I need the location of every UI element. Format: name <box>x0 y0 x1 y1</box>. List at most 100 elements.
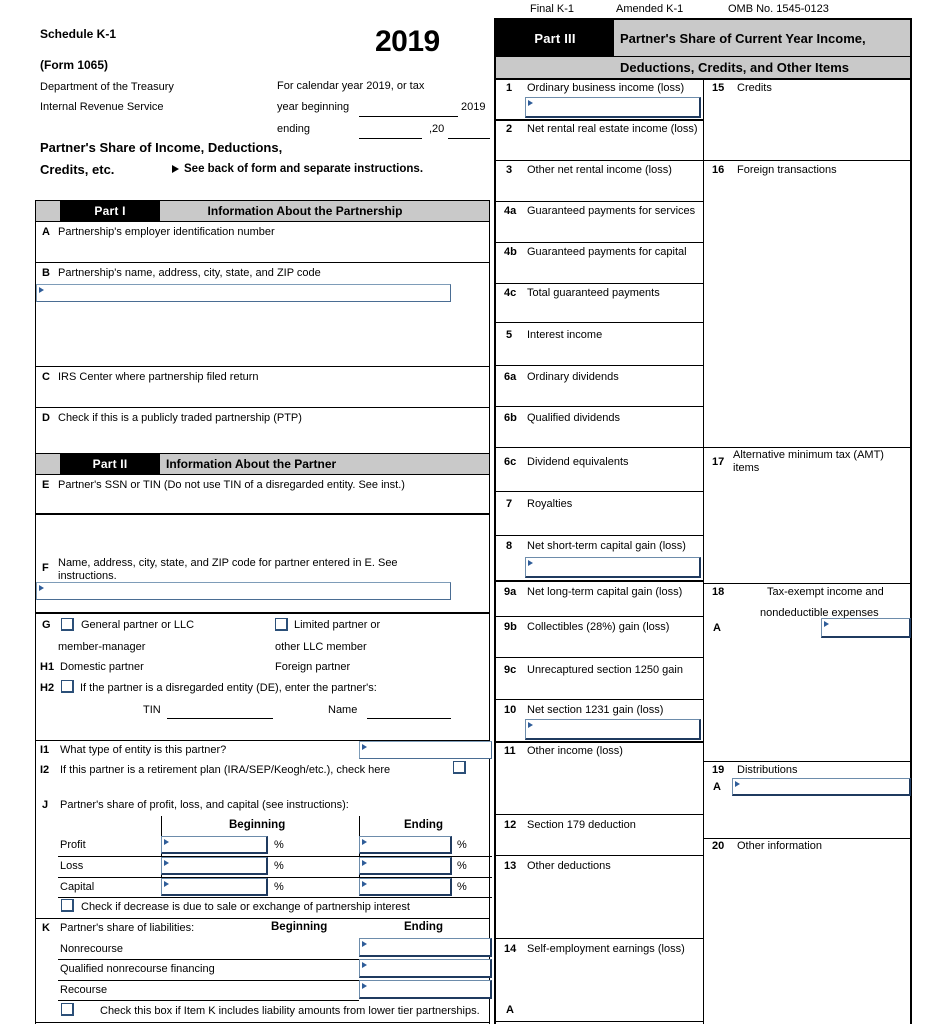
j-checkbox-label: Check if decrease is due to sale or exch… <box>81 901 410 913</box>
item-6b-label: Qualified dividends <box>527 412 620 424</box>
part3-column-divider <box>703 78 704 1024</box>
tax-year: 2019 <box>375 25 440 58</box>
decrease-sale-exchange-checkbox[interactable] <box>61 899 74 912</box>
item-10-input[interactable] <box>525 719 701 740</box>
row-j-divider <box>36 918 489 919</box>
row-divider-3 <box>496 201 703 202</box>
row-divider-6c <box>496 491 703 492</box>
item-18a-input[interactable] <box>821 618 911 638</box>
disregarded-entity-checkbox[interactable] <box>61 680 74 693</box>
item-18a-subletter: A <box>713 622 721 634</box>
row-c-label: IRS Center where partnership filed retur… <box>58 371 259 383</box>
h2-name-label: Name <box>328 704 358 716</box>
row-b-letter: B <box>42 267 50 279</box>
item-9a-label: Net long-term capital gain (loss) <box>527 586 683 598</box>
j-row-profit-label: Profit <box>60 839 86 851</box>
item-19a-subletter: A <box>713 781 721 793</box>
part3-heading-line2: Deductions, Credits, and Other Items <box>620 59 849 75</box>
omb-number: OMB No. 1545-0123 <box>728 3 829 15</box>
item-8-input[interactable] <box>525 557 701 578</box>
row-divider-17 <box>703 583 910 584</box>
row-b-input[interactable] <box>36 284 451 302</box>
part1-right-border <box>489 200 490 454</box>
item-19a-input[interactable] <box>732 778 911 796</box>
year-beginning-rule[interactable] <box>359 116 458 117</box>
row-d-label: Check if this is a publicly traded partn… <box>58 412 302 424</box>
item-9c-label: Unrecaptured section 1250 gain <box>527 664 683 676</box>
row-c-divider <box>36 407 489 408</box>
j-capital-beginning-percent: % <box>274 881 284 893</box>
limited-partner-label-line2: other LLC member <box>275 641 367 653</box>
limited-partner-label-line1: Limited partner or <box>294 619 381 631</box>
part2-badge: Part II <box>60 454 160 474</box>
item-9b-label: Collectibles (28%) gain (loss) <box>527 621 670 633</box>
part3-badge: Part III <box>496 20 614 56</box>
row-i1-label: What type of entity is this partner? <box>60 744 227 756</box>
k-recourse-ending-input[interactable] <box>359 980 492 999</box>
k-qualified-divider <box>58 980 359 981</box>
j-profit-ending-input[interactable] <box>359 836 452 854</box>
j-col-ending-header: Ending <box>404 819 443 831</box>
row-d-letter: D <box>42 412 50 424</box>
k-checkbox-label: Check this box if Item K includes liabil… <box>100 1005 480 1017</box>
j-loss-ending-input[interactable] <box>359 857 452 875</box>
j-profit-beginning-input[interactable] <box>161 836 268 854</box>
item-4c-label: Total guaranteed payments <box>527 287 660 299</box>
item-4a-label: Guaranteed payments for services <box>527 205 696 217</box>
item-13-label: Other deductions <box>527 860 611 872</box>
h2-name-rule[interactable] <box>367 718 451 719</box>
limited-partner-checkbox[interactable] <box>275 618 288 631</box>
item-4b-number: 4b <box>504 246 517 258</box>
j-loss-beginning-percent: % <box>274 860 284 872</box>
part2-heading-bottom <box>36 474 489 475</box>
item-10-label: Net section 1231 gain (loss) <box>527 704 664 716</box>
row-f-input[interactable] <box>36 582 451 600</box>
ending-rule-2[interactable] <box>448 138 490 139</box>
part3-heading-line1: Partner's Share of Current Year Income, <box>620 30 866 46</box>
j-capital-ending-input[interactable] <box>359 878 452 896</box>
item-19-number: 19 <box>712 764 725 776</box>
item-17-label: Alternative minimum tax (AMT) items <box>733 449 884 474</box>
row-divider-9b <box>496 657 703 658</box>
ending-value: ,20 <box>429 123 445 135</box>
row-f-letter: F <box>42 562 49 574</box>
retirement-plan-checkbox[interactable] <box>453 761 466 774</box>
general-partner-checkbox[interactable] <box>61 618 74 631</box>
row-j-label: Partner's share of profit, loss, and cap… <box>60 799 349 811</box>
part3-left-border <box>494 18 496 1024</box>
item-14a-subnumber: A <box>506 1004 514 1016</box>
k-recourse-divider <box>58 1000 359 1001</box>
j-loss-beginning-input[interactable] <box>161 857 268 875</box>
item-2-number: 2 <box>506 123 513 135</box>
amended-k1-label: Amended K-1 <box>616 3 684 15</box>
j-capital-beginning-input[interactable] <box>161 878 268 896</box>
see-back-instructions: See back of form and separate instructio… <box>184 163 424 175</box>
row-divider-9c <box>496 699 703 700</box>
item-6c-number: 6c <box>504 456 517 468</box>
part1-heading: Information About the Partnership <box>207 204 403 218</box>
row-k-divider <box>36 1022 489 1023</box>
k-qualified-ending-input[interactable] <box>359 959 492 978</box>
dept-treasury-line: Department of the Treasury <box>40 81 174 93</box>
item-1-input[interactable] <box>525 97 701 118</box>
j-row-loss-label: Loss <box>60 860 84 872</box>
k-nonrecourse-ending-input[interactable] <box>359 938 492 957</box>
item-15-number: 15 <box>712 82 725 94</box>
ending-label: ending <box>277 123 311 135</box>
j-col-beginning-header: Beginning <box>229 819 286 831</box>
row-divider-2 <box>496 160 703 161</box>
row-i1-input[interactable] <box>359 741 492 759</box>
h2-tin-rule[interactable] <box>167 718 273 719</box>
row-g-letter: G <box>42 619 51 631</box>
item-7-label: Royalties <box>527 498 573 510</box>
item-16-number: 16 <box>712 164 725 176</box>
row-divider-15 <box>703 160 910 161</box>
item-20-number: 20 <box>712 840 725 852</box>
item-3-label: Other net rental income (loss) <box>527 164 672 176</box>
ending-rule[interactable] <box>359 138 422 139</box>
lower-tier-partnerships-checkbox[interactable] <box>61 1003 74 1016</box>
item-4b-label: Guaranteed payments for capital <box>527 246 687 258</box>
final-k1-label: Final K-1 <box>530 3 575 15</box>
item-8-label: Net short-term capital gain (loss) <box>527 540 686 552</box>
row-e-label: Partner's SSN or TIN (Do not use TIN of … <box>58 479 405 491</box>
